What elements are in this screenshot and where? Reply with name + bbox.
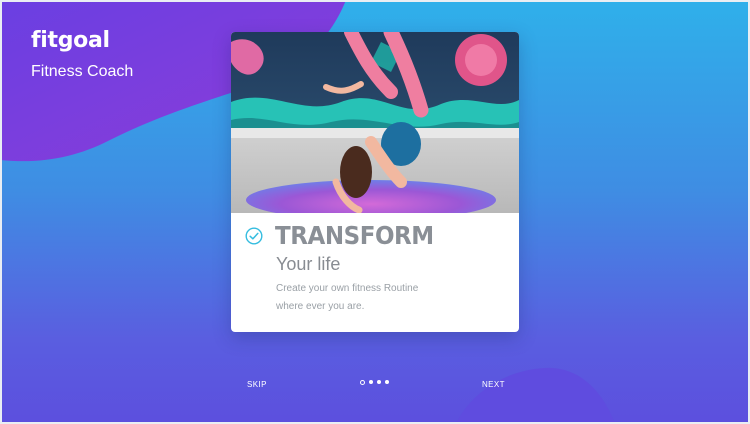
card-photo	[231, 32, 519, 213]
card-description-line-1: Create your own fitness Routine	[276, 283, 419, 294]
brand-tagline: Fitness Coach	[31, 63, 134, 80]
onboarding-card: TRANSFORM Your life Create your own fitn…	[231, 32, 519, 332]
next-button[interactable]: NEXT	[482, 379, 505, 391]
pagination-dot-4[interactable]	[385, 380, 389, 384]
pagination-dot-1[interactable]	[360, 380, 365, 385]
pagination-dots	[360, 380, 389, 386]
card-description-line-2: where ever you are.	[276, 301, 365, 312]
card-description: Create your own fitness Routine where ev…	[276, 280, 506, 316]
check-circle-icon	[245, 227, 263, 245]
brand: fitgoal Fitness Coach	[31, 28, 133, 82]
skip-button[interactable]: SKIP	[247, 379, 267, 391]
brand-name: fitgoal	[31, 28, 110, 53]
onboarding-screen: fitgoal Fitness Coach TRANSFORM Your lif…	[0, 0, 750, 424]
pagination-dot-3[interactable]	[377, 380, 381, 384]
card-subtitle: Your life	[276, 254, 341, 274]
pagination-dot-2[interactable]	[369, 380, 373, 384]
background-blob-bottom	[455, 367, 615, 424]
card-title: TRANSFORM	[275, 221, 434, 250]
